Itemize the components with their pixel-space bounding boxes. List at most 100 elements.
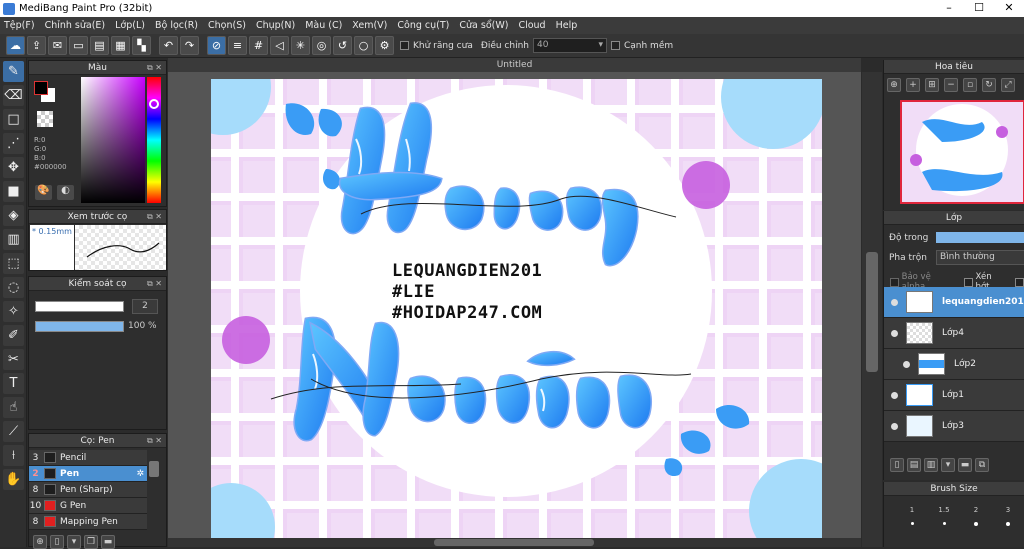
menu-snap[interactable]: Chụp(N) <box>256 20 295 31</box>
brush-item-pencil[interactable]: 3 Pencil <box>29 450 147 466</box>
eye-icon[interactable] <box>891 391 898 399</box>
color-mix-icon[interactable]: ◐ <box>57 185 74 200</box>
select-tool-icon[interactable]: ⬚ <box>3 253 24 274</box>
layer-menu-icon[interactable]: ▾ <box>941 458 955 472</box>
clip-checkbox[interactable] <box>963 277 973 287</box>
comment-icon[interactable]: ✉ <box>48 36 67 55</box>
menu-help[interactable]: Help <box>556 20 578 31</box>
eye-icon[interactable] <box>891 329 898 337</box>
layer-row-lop3[interactable]: Lớp3 <box>884 411 1024 442</box>
hand-tool-icon[interactable]: ✋ <box>3 469 24 490</box>
gear-icon[interactable]: ✲ <box>136 469 144 479</box>
menu-view[interactable]: Xem(V) <box>352 20 387 31</box>
zoom-out-icon[interactable]: − <box>944 78 958 92</box>
gradient-tool-icon[interactable]: ▥ <box>3 229 24 250</box>
brush-opacity-slider[interactable] <box>35 321 124 332</box>
brush-item-g-pen[interactable]: 10 G Pen <box>29 498 147 514</box>
maximize-button[interactable]: ☐ <box>964 0 994 17</box>
canvas-vertical-scrollbar[interactable] <box>862 72 882 547</box>
brush-size-1-5[interactable]: 1.5 <box>928 506 960 526</box>
dot-tool-icon[interactable]: ⋰ <box>3 133 24 154</box>
eraser-tool-icon[interactable]: ⌫ <box>3 85 24 106</box>
snap-curve-icon[interactable]: ↺ <box>333 36 352 55</box>
brush-item-mapping-pen[interactable]: 8 Mapping Pen <box>29 514 147 530</box>
layer-opacity-slider[interactable] <box>936 232 1024 243</box>
text-tool-icon[interactable]: T <box>3 373 24 394</box>
minimize-button[interactable]: – <box>934 0 964 17</box>
menu-file[interactable]: Tệp(F) <box>4 20 35 31</box>
divide-tool-icon[interactable]: ⟋ <box>3 421 24 442</box>
navigator-thumbnail[interactable] <box>900 100 1024 204</box>
operation-tool-icon[interactable]: ☝ <box>3 397 24 418</box>
fullscreen-icon[interactable]: ⤢ <box>1001 78 1015 92</box>
adjust-field[interactable]: 40 ▾ <box>532 38 607 53</box>
grid-icon[interactable]: ▚ <box>132 36 151 55</box>
extra-checkbox[interactable] <box>1015 277 1024 287</box>
merge-layer-icon[interactable]: ⧉ <box>975 458 989 472</box>
panel-menu-icon[interactable]: ⧉ ✕ <box>147 434 162 448</box>
brush-size-slider[interactable] <box>35 301 124 312</box>
palette-icon[interactable]: 🎨 <box>35 185 52 200</box>
layer-row-lop2[interactable]: Lớp2 <box>884 349 1024 380</box>
menu-select[interactable]: Chọn(S) <box>208 20 246 31</box>
new-layer-icon[interactable]: ▯ <box>890 458 904 472</box>
pages-icon[interactable]: ▦ <box>111 36 130 55</box>
eyedropper-tool-icon[interactable]: ⟊ <box>3 445 24 466</box>
brush-item-pen-sharp[interactable]: 8 Pen (Sharp) <box>29 482 147 498</box>
artwork-canvas[interactable]: LEQUANGDIEN201 #LIE #HOIDAP247.COM <box>211 79 822 538</box>
brush-size-3[interactable]: 3 <box>992 506 1024 526</box>
actual-size-icon[interactable]: ▫ <box>963 78 977 92</box>
brush-tool-icon[interactable]: ✎ <box>3 61 24 82</box>
eye-icon[interactable] <box>903 360 910 368</box>
document-tab[interactable]: Untitled <box>168 58 861 72</box>
new-8bit-layer-icon[interactable]: ▥ <box>924 458 938 472</box>
menu-layer[interactable]: Lớp(L) <box>115 20 145 31</box>
saturation-value-picker[interactable] <box>81 77 145 203</box>
move-tool-icon[interactable]: ✥ <box>3 157 24 178</box>
close-button[interactable]: ✕ <box>994 0 1024 17</box>
fill-rect-tool-icon[interactable]: ■ <box>3 181 24 202</box>
layer-row-lop4[interactable]: Lớp4 <box>884 318 1024 349</box>
menu-color[interactable]: Màu (C) <box>305 20 342 31</box>
cloud-icon[interactable]: ☁ <box>6 36 25 55</box>
eye-icon[interactable] <box>891 422 898 430</box>
menu-window[interactable]: Cửa sổ(W) <box>459 20 508 31</box>
transparent-swatch[interactable] <box>37 111 53 127</box>
select-pen-icon[interactable]: ✐ <box>3 325 24 346</box>
snap-grid-icon[interactable]: # <box>249 36 268 55</box>
lasso-tool-icon[interactable]: ◌ <box>3 277 24 298</box>
blend-mode-select[interactable]: Bình thường <box>936 250 1024 265</box>
layer-row-lequangdien201[interactable]: lequangdien201 <box>884 287 1024 318</box>
page-icon[interactable]: ▤ <box>90 36 109 55</box>
hue-slider[interactable] <box>147 77 161 203</box>
panel-menu-icon[interactable]: ⧉ ✕ <box>147 61 162 75</box>
bucket-tool-icon[interactable]: ◈ <box>3 205 24 226</box>
zoom-icon[interactable]: ⊕ <box>887 78 901 92</box>
zoom-in-icon[interactable]: + <box>906 78 920 92</box>
new-halftone-layer-icon[interactable]: ▤ <box>907 458 921 472</box>
brush-list-scrollbar[interactable] <box>149 461 159 477</box>
antialias-checkbox[interactable] <box>400 41 409 50</box>
magic-wand-icon[interactable]: ✧ <box>3 301 24 322</box>
undo-icon[interactable]: ↶ <box>159 36 178 55</box>
menu-cloud[interactable]: Cloud <box>518 20 545 31</box>
rotate-icon[interactable]: ↻ <box>982 78 996 92</box>
shape-tool-icon[interactable]: □ <box>3 109 24 130</box>
brush-size-value[interactable]: 2 <box>132 299 158 314</box>
snap-circle-icon[interactable]: ◎ <box>312 36 331 55</box>
edge-checkbox[interactable] <box>610 41 620 50</box>
menu-edit[interactable]: Chỉnh sửa(E) <box>45 20 106 31</box>
eye-icon[interactable] <box>891 298 898 306</box>
brush-size-1[interactable]: 1 <box>896 506 928 526</box>
menu-tools[interactable]: Công cụ(T) <box>397 20 449 31</box>
foreground-color-swatch[interactable] <box>34 81 48 95</box>
panel-menu-icon[interactable]: ⧉ ✕ <box>147 277 162 291</box>
layer-folder-icon[interactable]: ▬ <box>958 458 972 472</box>
snap-parallel-icon[interactable]: ≡ <box>228 36 247 55</box>
snap-off-icon[interactable]: ⊘ <box>207 36 226 55</box>
brush-item-pen[interactable]: 2 Pen ✲ <box>29 466 147 482</box>
chat-icon[interactable]: ▭ <box>69 36 88 55</box>
protect-alpha-checkbox[interactable] <box>890 277 899 287</box>
redo-icon[interactable]: ↷ <box>180 36 199 55</box>
panel-menu-icon[interactable]: ⧉ ✕ <box>147 210 162 224</box>
